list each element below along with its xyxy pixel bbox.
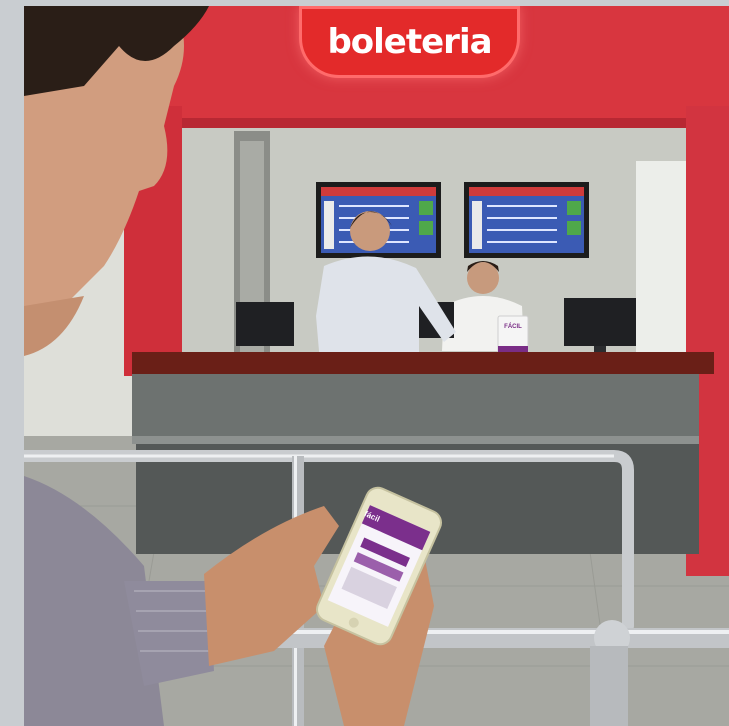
monitor-right xyxy=(564,298,636,346)
photo-illustration xyxy=(24,6,729,726)
counter-stone-front xyxy=(132,374,699,436)
sign-text: boleteria xyxy=(327,22,492,62)
tv-screen-right xyxy=(464,182,589,258)
counter-card-label: FÁCIL xyxy=(504,324,522,330)
monitor-left xyxy=(236,302,294,346)
counter-top xyxy=(132,352,714,374)
back-door-right xyxy=(636,161,686,361)
boleteria-sign: boleteria xyxy=(299,6,520,78)
photo-scene: boleteria FÁCIL fácil xyxy=(24,6,729,726)
